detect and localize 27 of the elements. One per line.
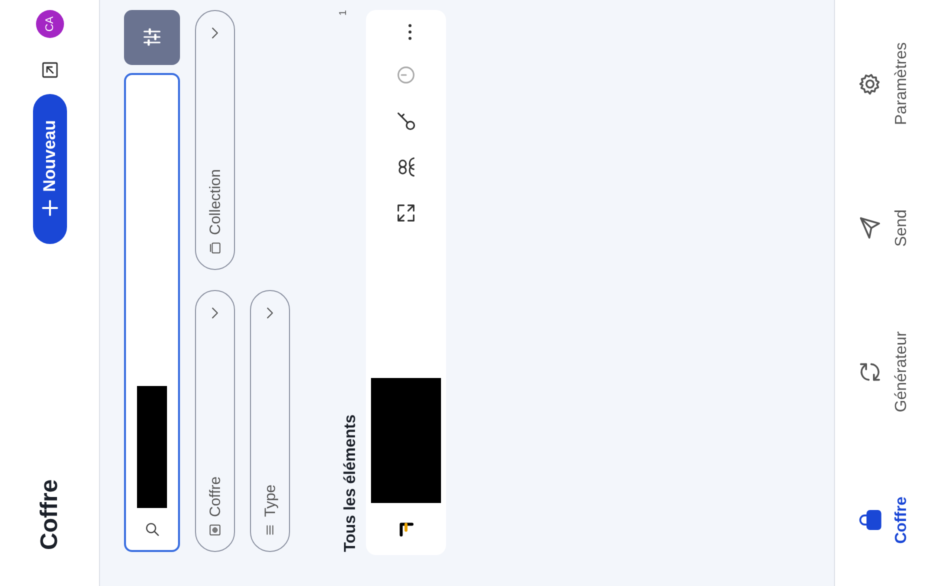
page-title: Coffre (36, 478, 64, 550)
paper-plane-icon (857, 215, 883, 242)
key-icon (395, 110, 417, 132)
collection-icon (208, 241, 222, 255)
filter-chip[interactable]: Coffre (195, 290, 235, 552)
nav-tab[interactable]: Générateur (853, 325, 915, 418)
new-button[interactable]: Nouveau (32, 94, 66, 244)
plus-icon (40, 198, 60, 218)
popout-icon (395, 202, 417, 224)
vault-icon (208, 523, 222, 537)
list-heading: Tous les éléments (342, 414, 360, 552)
nav-tab[interactable]: Paramètres (853, 36, 915, 131)
item-card[interactable] (366, 10, 446, 555)
search-field[interactable] (124, 73, 180, 552)
nav-tab[interactable]: Coffre (853, 490, 915, 550)
filter-button[interactable] (124, 10, 180, 65)
popout-button[interactable] (395, 202, 417, 224)
filter-chip[interactable]: Type (250, 290, 290, 552)
item-count: 1 (338, 10, 349, 16)
nav-tab[interactable]: Send (853, 203, 915, 253)
filter-chip[interactable]: Collection (195, 10, 235, 270)
popout-icon (40, 60, 60, 80)
key-button[interactable] (395, 110, 417, 132)
more-icon (408, 24, 412, 40)
sliders-icon (141, 26, 163, 48)
search-icon (143, 520, 161, 538)
avatar[interactable]: CA (36, 10, 64, 38)
